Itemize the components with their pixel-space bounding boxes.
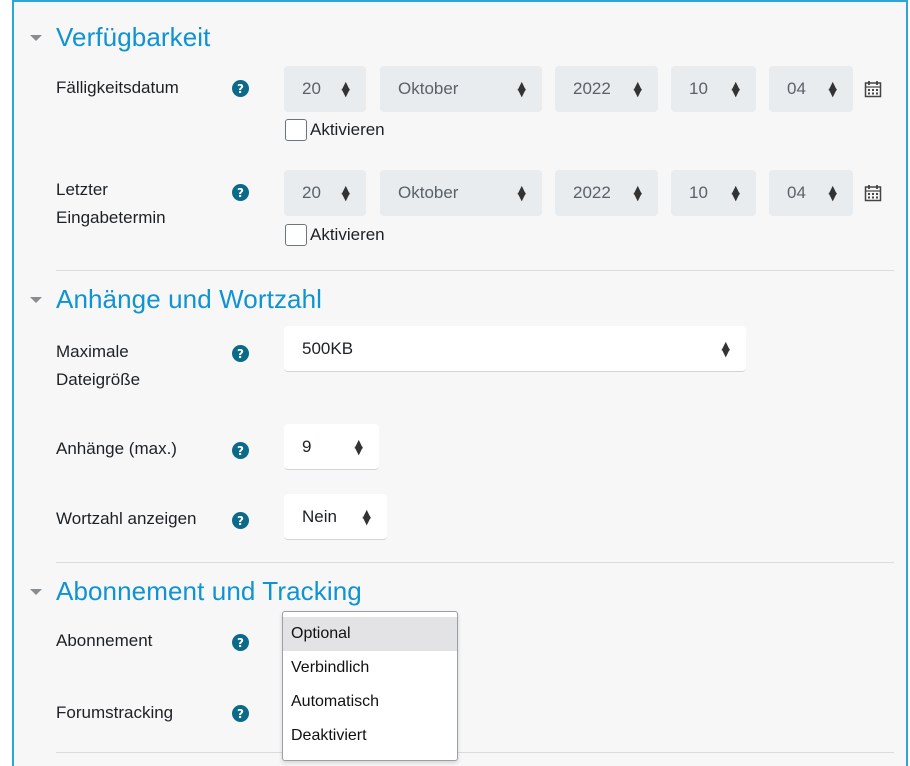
section-title-availability: Verfügbarkeit xyxy=(56,22,211,52)
section-divider xyxy=(56,270,894,271)
checkbox-box[interactable] xyxy=(285,119,307,141)
max-size-label-line2: Dateigröße xyxy=(56,370,141,389)
section-divider xyxy=(56,562,894,563)
max-size-label-line1: Maximale xyxy=(56,342,129,361)
sort-arrows-icon: ▲ ▼ xyxy=(731,79,740,99)
cutoff-enable-checkbox[interactable]: Aktivieren xyxy=(285,224,385,246)
question-circle-icon[interactable]: ? xyxy=(232,705,249,722)
sort-arrows-icon: ▲ ▼ xyxy=(517,183,526,203)
due-enable-label: Aktivieren xyxy=(310,120,385,139)
cutoff-day-select[interactable]: 20 ▲ ▼ xyxy=(284,170,366,216)
word-count-value: Nein xyxy=(302,506,337,526)
question-circle-icon[interactable]: ? xyxy=(232,512,249,529)
due-date-label: Fälligkeitsdatum xyxy=(56,78,179,97)
cutoff-minute-value: 04 xyxy=(787,183,806,202)
max-attachments-select[interactable]: 9 ▲ ▼ xyxy=(284,424,379,470)
cutoff-hour-value: 10 xyxy=(689,183,708,202)
sort-arrows-icon: ▲ ▼ xyxy=(633,79,642,99)
sort-arrows-icon: ▲ ▼ xyxy=(354,436,363,457)
section-header-attachments[interactable]: Anhänge und Wortzahl xyxy=(30,284,322,315)
calendar-icon[interactable] xyxy=(864,184,882,202)
sort-arrows-icon: ▲ ▼ xyxy=(362,506,371,527)
due-enable-checkbox[interactable]: Aktivieren xyxy=(285,119,385,141)
sort-arrows-icon: ▲ ▼ xyxy=(721,338,730,359)
cutoff-year-value: 2022 xyxy=(573,183,611,202)
tracking-label: Forumstracking xyxy=(56,703,174,722)
due-year-select[interactable]: 2022 ▲ ▼ xyxy=(555,66,658,112)
question-circle-icon[interactable]: ? xyxy=(232,80,249,97)
sort-arrows-icon: ▲ ▼ xyxy=(731,183,740,203)
due-hour-value: 10 xyxy=(689,79,708,98)
subscription-label: Abonnement xyxy=(56,631,153,650)
cutoff-month-value: Oktober xyxy=(398,183,459,202)
cutoff-enable-label: Aktivieren xyxy=(310,225,385,244)
sort-arrows-icon: ▲ ▼ xyxy=(633,183,642,203)
section-title-attachments: Anhänge und Wortzahl xyxy=(56,284,323,314)
section-header-subscription[interactable]: Abonnement und Tracking xyxy=(30,576,362,607)
question-circle-icon[interactable]: ? xyxy=(232,184,249,201)
dropdown-option-optional[interactable]: Optional xyxy=(283,617,457,651)
caret-down-icon xyxy=(30,296,42,303)
cutoff-label-line1: Letzter xyxy=(56,180,108,199)
cutoff-hour-select[interactable]: 10 ▲ ▼ xyxy=(671,170,756,216)
max-size-label: Maximale Dateigröße xyxy=(56,338,140,394)
subscription-dropdown-list[interactable]: Optional Verbindlich Automatisch Deaktiv… xyxy=(282,611,458,761)
cutoff-minute-select[interactable]: 04 ▲ ▼ xyxy=(769,170,853,216)
section-title-subscription: Abonnement und Tracking xyxy=(56,576,362,606)
due-year-value: 2022 xyxy=(573,79,611,98)
cutoff-month-select[interactable]: Oktober ▲ ▼ xyxy=(380,170,542,216)
sort-arrows-icon: ▲ ▼ xyxy=(828,79,837,99)
cutoff-year-select[interactable]: 2022 ▲ ▼ xyxy=(555,170,658,216)
sort-arrows-icon: ▲ ▼ xyxy=(341,183,350,203)
question-circle-icon[interactable]: ? xyxy=(232,442,249,459)
max-size-value: 500KB xyxy=(302,338,354,358)
sort-arrows-icon: ▲ ▼ xyxy=(828,183,837,203)
cutoff-day-value: 20 xyxy=(302,183,321,202)
section-divider xyxy=(56,752,894,753)
caret-down-icon xyxy=(30,34,42,41)
due-month-select[interactable]: Oktober ▲ ▼ xyxy=(380,66,542,112)
dropdown-option-deaktiviert[interactable]: Deaktiviert xyxy=(283,719,457,753)
due-month-value: Oktober xyxy=(398,79,459,98)
cutoff-date-label: Letzter Eingabetermin xyxy=(56,176,166,232)
due-day-select[interactable]: 20 ▲ ▼ xyxy=(284,66,366,112)
dropdown-option-verbindlich[interactable]: Verbindlich xyxy=(283,651,457,685)
sort-arrows-icon: ▲ ▼ xyxy=(341,79,350,99)
sort-arrows-icon: ▲ ▼ xyxy=(517,79,526,99)
due-hour-select[interactable]: 10 ▲ ▼ xyxy=(671,66,756,112)
due-minute-value: 04 xyxy=(787,79,806,98)
checkbox-box[interactable] xyxy=(285,224,307,246)
question-circle-icon[interactable]: ? xyxy=(232,345,249,362)
due-day-value: 20 xyxy=(302,79,321,98)
cutoff-label-line2: Eingabetermin xyxy=(56,208,166,227)
word-count-label: Wortzahl anzeigen xyxy=(56,509,197,528)
dropdown-option-automatisch[interactable]: Automatisch xyxy=(283,685,457,719)
caret-down-icon xyxy=(30,588,42,595)
max-attachments-label: Anhänge (max.) xyxy=(56,439,177,458)
section-header-availability[interactable]: Verfügbarkeit xyxy=(30,22,211,53)
max-size-select[interactable]: 500KB ▲ ▼ xyxy=(284,326,746,372)
question-circle-icon[interactable]: ? xyxy=(232,634,249,651)
due-minute-select[interactable]: 04 ▲ ▼ xyxy=(769,66,853,112)
calendar-icon[interactable] xyxy=(864,80,882,98)
word-count-select[interactable]: Nein ▲ ▼ xyxy=(284,494,387,540)
max-attachments-value: 9 xyxy=(302,436,312,456)
